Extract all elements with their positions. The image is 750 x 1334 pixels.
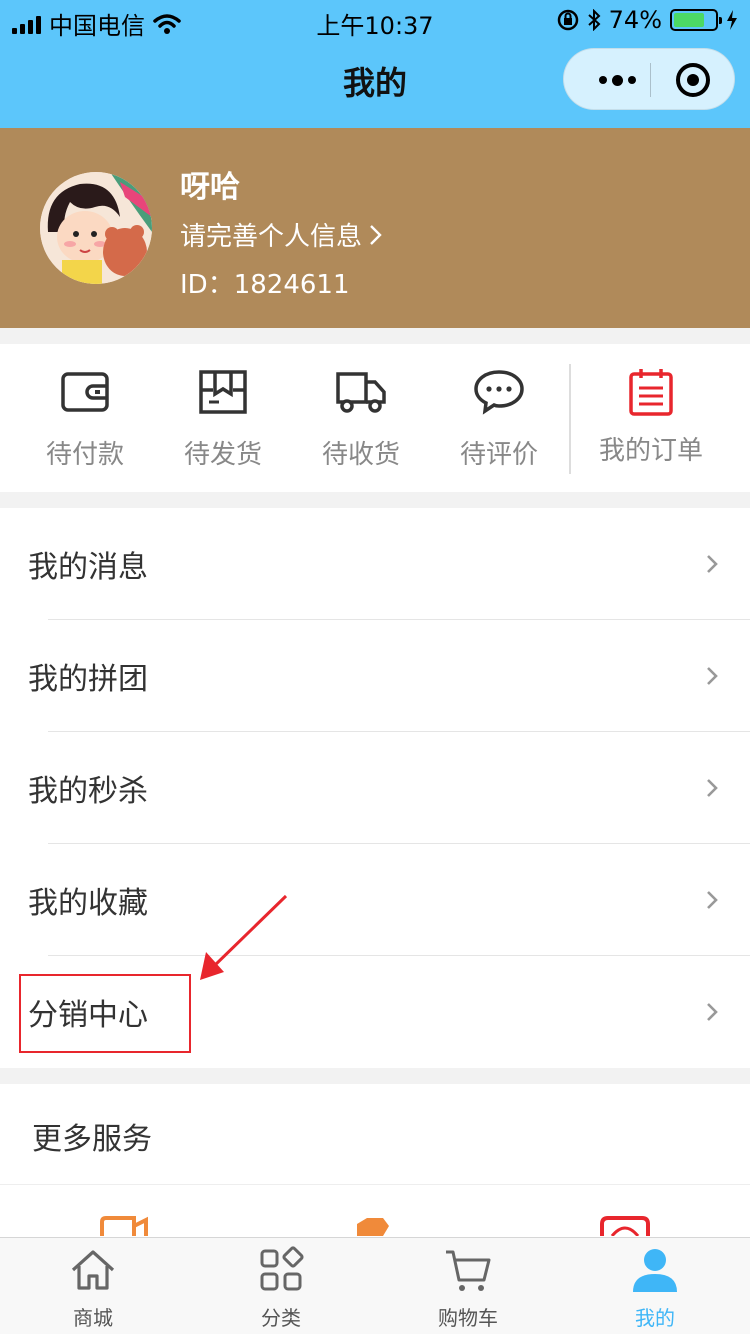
package-icon [199,370,247,414]
menu-item-label: 我的消息 [28,550,148,585]
order-pending-shipment-label: 待发货 [183,440,262,470]
service-icon-3[interactable] [600,1216,650,1236]
order-pending-review-label: 待评价 [459,440,538,470]
menu-item-group-buy[interactable]: 我的拼团 [0,620,750,732]
orders-divider [569,364,571,474]
order-pending-review[interactable]: 待评价 [439,366,559,471]
profile-header: 呀哈 请完善个人信息 ID：1824611 [0,128,750,328]
tab-label: 我的 [635,1306,675,1330]
more-services-title: 更多服务 [32,1122,152,1157]
order-pending-payment[interactable]: 待付款 [25,366,145,471]
avatar[interactable] [40,172,152,284]
menu-item-label: 我的收藏 [28,886,148,921]
user-name: 呀哈 [180,170,240,205]
close-miniprogram-button[interactable] [676,63,710,97]
battery-percent: 74% [608,6,662,34]
tab-cart[interactable]: 购物车 [408,1246,528,1331]
order-pending-shipment[interactable]: 待发货 [163,366,283,471]
comment-icon [474,370,524,415]
wallet-icon [61,372,109,412]
user-id: ID：1824611 [180,264,350,301]
user-id-label: ID： [180,270,234,300]
more-menu-button[interactable] [586,49,648,111]
menu-item-label: 我的秒杀 [28,774,148,809]
more-services-section: 更多服务 [0,1084,750,1244]
charging-icon [727,10,737,30]
tab-bar: 商城 分类 购物车 我的 [0,1237,750,1334]
chevron-right-icon [707,667,718,685]
orientation-lock-icon [557,9,578,31]
clipboard-icon [629,369,673,416]
user-id-value: 1824611 [233,270,350,300]
tab-category[interactable]: 分类 [221,1246,341,1331]
status-bar: 中国电信 上午10:37 74% [0,0,750,40]
top-bar: 中国电信 上午10:37 74% 我的 [0,0,750,128]
orders-panel: 待付款 待发货 待收货 待评价 我的订单 [0,344,750,492]
chevron-right-icon [707,1003,718,1021]
chevron-right-icon [707,779,718,797]
battery-icon [670,9,722,31]
capsule-divider [650,63,651,97]
menu-item-messages[interactable]: 我的消息 [0,508,750,620]
category-icon [260,1246,304,1291]
service-icon-1[interactable] [100,1216,150,1236]
chevron-right-icon [707,891,718,909]
chevron-right-icon [370,224,382,245]
tab-label: 分类 [261,1306,301,1330]
divider [0,1184,750,1185]
chevron-right-icon [707,555,718,573]
miniprogram-capsule [563,48,735,110]
truck-icon [336,372,386,413]
order-pending-receipt[interactable]: 待收货 [301,366,421,471]
my-orders[interactable]: 我的订单 [590,366,712,467]
service-icon-2[interactable] [355,1216,391,1236]
home-icon [71,1250,115,1290]
tab-mall[interactable]: 商城 [33,1246,153,1331]
order-pending-payment-label: 待付款 [45,440,124,470]
menu-item-favorites[interactable]: 我的收藏 [0,844,750,956]
cart-icon [446,1250,491,1291]
my-orders-label: 我的订单 [598,436,703,466]
menu-item-flash-sale[interactable]: 我的秒杀 [0,732,750,844]
tab-label: 商城 [73,1306,113,1330]
user-icon [633,1249,677,1292]
menu-item-label: 我的拼团 [28,662,148,697]
complete-profile-link[interactable]: 请完善个人信息 [180,216,384,253]
bluetooth-icon [587,9,601,31]
tab-label: 购物车 [438,1306,498,1330]
annotation-highlight-box [19,974,191,1053]
complete-profile-label: 请完善个人信息 [180,222,363,252]
order-pending-receipt-label: 待收货 [321,440,400,470]
tab-mine[interactable]: 我的 [595,1246,715,1331]
